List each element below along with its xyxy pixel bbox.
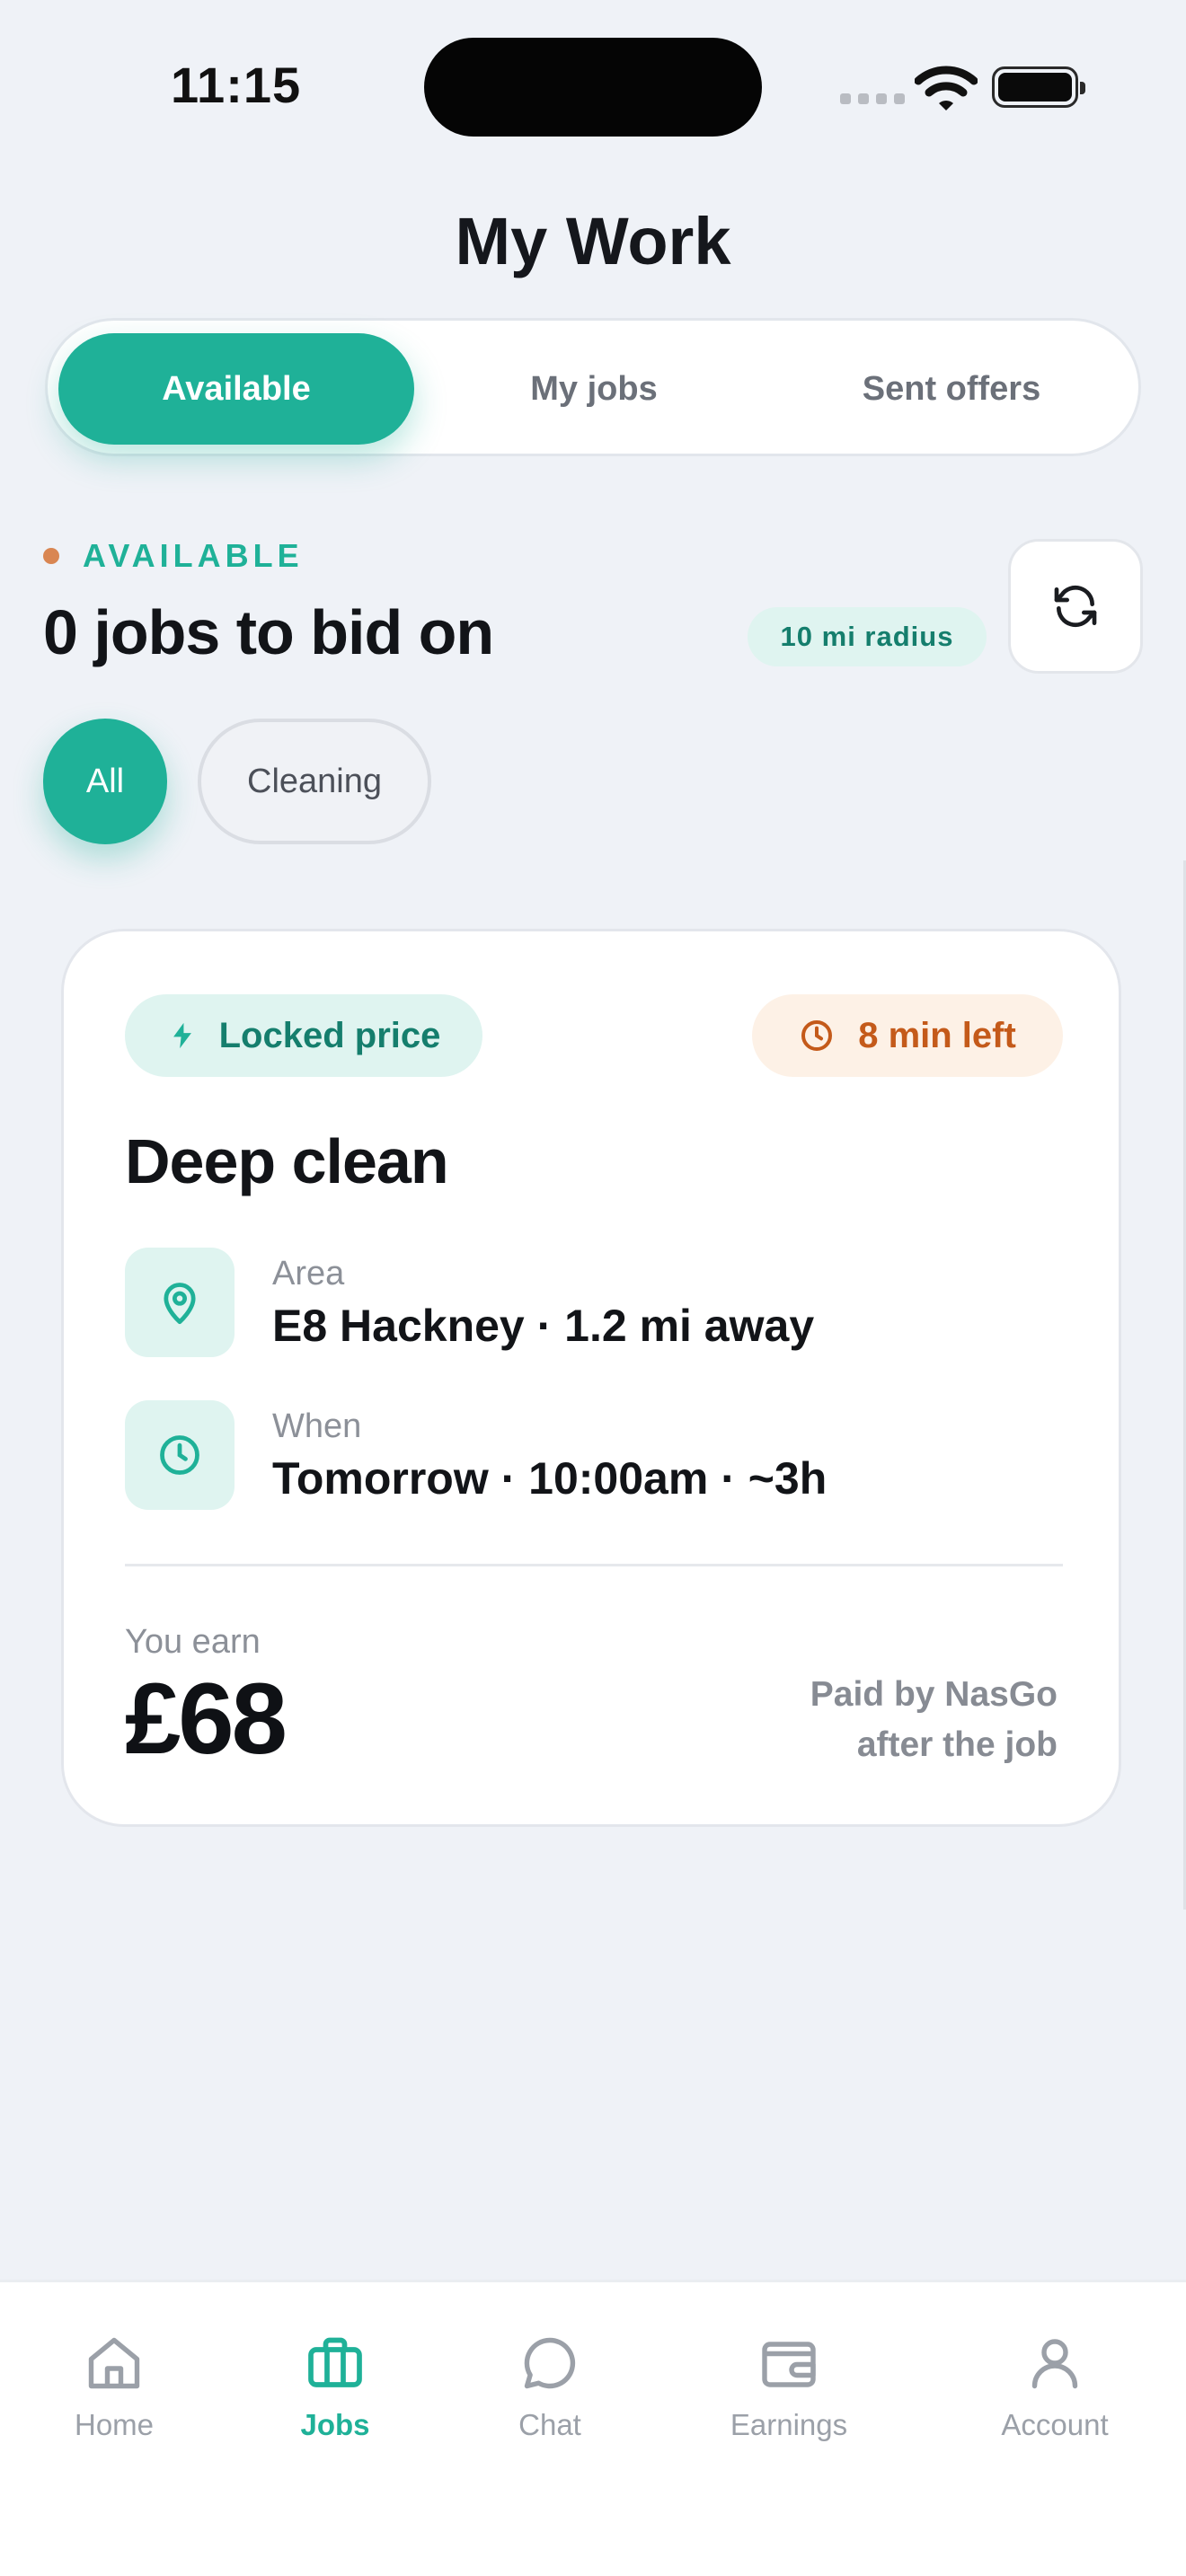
nav-account-label: Account	[1001, 2408, 1109, 2441]
nav-home-label: Home	[74, 2408, 155, 2441]
time-left-label: 8 min left	[858, 1015, 1016, 1055]
nav-account[interactable]: Account	[956, 2331, 1154, 2483]
nav-jobs-label: Jobs	[300, 2408, 370, 2441]
payment-note-line-2: after the job	[856, 1725, 1058, 1764]
filter-chip-all[interactable]: All	[43, 719, 167, 844]
earn-amount: £68	[125, 1663, 288, 1775]
when-value: Tomorrow · 10:00am · ~3h	[272, 1453, 828, 1504]
timer-icon	[801, 1020, 833, 1051]
chat-bubble-icon	[524, 2337, 576, 2389]
earn-label: You earn	[125, 1623, 261, 1661]
nav-chat-label: Chat	[518, 2408, 581, 2441]
job-card[interactable]: Locked price 8 min left Deep clean Area …	[61, 929, 1121, 1827]
nav-chat[interactable]: Chat	[451, 2331, 649, 2483]
section-label: AVAILABLE	[83, 537, 304, 574]
payment-note: Paid by NasGo after the job	[680, 1670, 1058, 1770]
status-dot	[43, 548, 59, 564]
cellular-signal-icon	[840, 93, 905, 104]
tab-available[interactable]: Available	[58, 333, 414, 445]
status-time: 11:15	[171, 57, 302, 113]
wifi-icon	[915, 66, 978, 110]
screen: 11:15 My Work Available My jobs Sent off…	[0, 0, 1186, 2576]
dynamic-island	[424, 38, 762, 137]
lightning-icon	[173, 1022, 191, 1049]
refresh-button[interactable]	[1008, 539, 1143, 674]
work-tabs: Available My jobs Sent offers	[45, 318, 1141, 456]
area-icon-box	[125, 1248, 235, 1357]
when-icon-box	[125, 1400, 235, 1510]
refresh-icon	[1054, 585, 1097, 628]
page-title: My Work	[455, 204, 731, 278]
area-value: E8 Hackney · 1.2 mi away	[272, 1301, 815, 1351]
when-label: When	[272, 1407, 362, 1445]
tab-my-jobs[interactable]: My jobs	[416, 333, 772, 445]
nav-earnings-label: Earnings	[730, 2408, 848, 2441]
briefcase-icon	[308, 2337, 362, 2387]
tab-sent-offers[interactable]: Sent offers	[774, 333, 1129, 445]
payment-note-line-1: Paid by NasGo	[810, 1675, 1058, 1714]
home-icon	[88, 2337, 140, 2389]
battery-icon	[992, 66, 1085, 108]
area-label: Area	[272, 1255, 345, 1292]
locked-price-label: Locked price	[218, 1015, 441, 1055]
nav-earnings[interactable]: Earnings	[690, 2331, 888, 2483]
nav-home[interactable]: Home	[15, 2331, 213, 2483]
user-icon	[1031, 2339, 1078, 2389]
card-divider	[125, 1564, 1063, 1566]
time-left-badge: 8 min left	[752, 994, 1063, 1077]
clock-icon	[160, 1435, 199, 1475]
filter-chip-cleaning[interactable]: Cleaning	[198, 719, 431, 844]
radius-badge: 10 mi radius	[748, 607, 987, 666]
jobs-count-title: 0 jobs to bid on	[43, 597, 494, 667]
nav-jobs[interactable]: Jobs	[236, 2331, 434, 2483]
job-title: Deep clean	[125, 1126, 449, 1196]
wallet-icon	[762, 2342, 816, 2387]
bottom-nav: Home Jobs Chat Earnings Account	[0, 2280, 1186, 2576]
locked-price-badge: Locked price	[125, 994, 482, 1077]
location-pin-icon	[164, 1283, 196, 1325]
